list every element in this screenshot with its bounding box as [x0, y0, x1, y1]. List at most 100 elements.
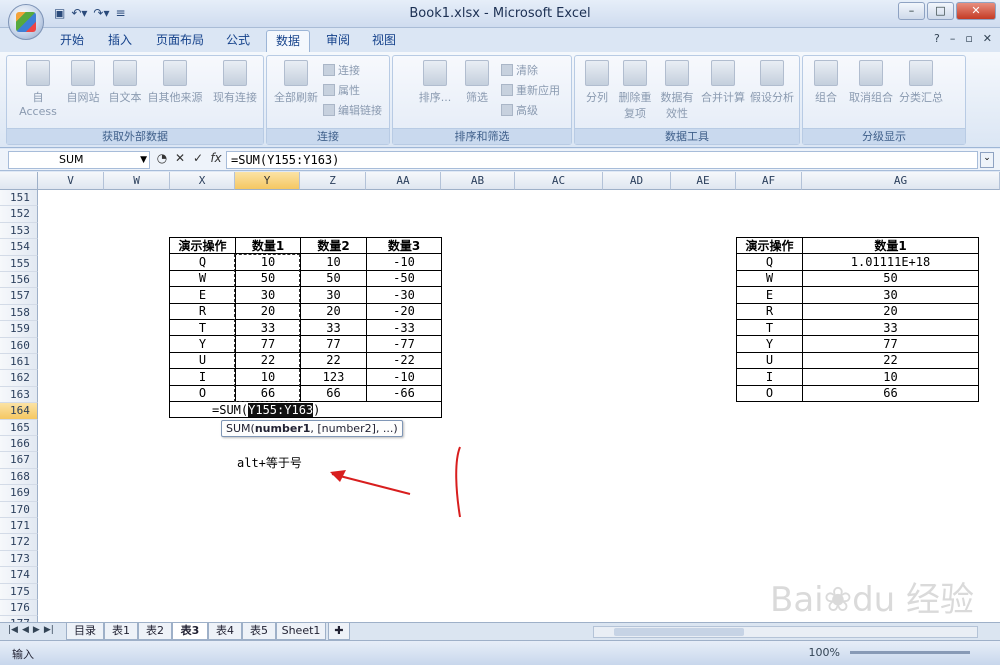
table-cell[interactable]: T — [736, 318, 803, 337]
column-header[interactable]: AG — [802, 172, 1000, 190]
next-sheet-icon[interactable]: ▶ — [33, 625, 40, 635]
table-cell[interactable]: Q — [736, 253, 803, 271]
row-header[interactable]: 160 — [0, 337, 38, 354]
row-header[interactable]: 167 — [0, 452, 38, 469]
table-cell[interactable]: Y — [736, 335, 803, 353]
horizontal-scrollbar[interactable] — [593, 626, 978, 638]
tab-data[interactable]: 数据 — [266, 30, 310, 52]
row-header[interactable]: 159 — [0, 321, 38, 338]
table-cell[interactable]: 30 — [802, 286, 979, 304]
table-cell[interactable]: 10 — [235, 368, 301, 386]
table-header[interactable]: 演示操作 — [169, 236, 236, 255]
table-cell[interactable]: E — [169, 286, 236, 304]
what-if-button[interactable]: 假设分析 — [747, 60, 797, 105]
table-cell[interactable]: 10 — [300, 253, 367, 271]
worksheet-grid[interactable]: V W X Y Z AA AB AC AD AE AF AG 151 152 153… — [0, 172, 1000, 622]
sheet-tab-active[interactable]: 表3 — [172, 623, 208, 640]
table-cell[interactable]: 77 — [300, 335, 367, 353]
table-cell[interactable]: -30 — [366, 286, 442, 304]
row-header[interactable]: 171 — [0, 518, 38, 535]
filter-button[interactable]: 筛选 — [459, 60, 495, 105]
properties-small-button[interactable]: 属性 — [323, 82, 360, 98]
select-all-corner[interactable] — [0, 172, 38, 190]
table-cell[interactable]: 50 — [235, 269, 301, 288]
table-cell[interactable]: R — [736, 302, 803, 320]
row-header[interactable]: 151 — [0, 190, 38, 207]
table-cell[interactable]: U — [169, 351, 236, 370]
table-cell[interactable]: 20 — [235, 302, 301, 320]
expand-formula-icon[interactable]: ⌄ — [980, 152, 994, 168]
table-cell[interactable]: -50 — [366, 269, 442, 288]
table-header[interactable]: 数量1 — [802, 236, 979, 255]
zoom-slider[interactable] — [850, 651, 970, 654]
active-formula-cell[interactable]: =SUM(Y155:Y163) — [212, 403, 320, 417]
table-cell[interactable]: W — [736, 269, 803, 288]
table-cell[interactable]: 77 — [802, 335, 979, 353]
existing-connections-button[interactable]: 现有连接 — [209, 60, 261, 105]
table-cell[interactable]: 33 — [235, 318, 301, 337]
table-cell[interactable]: O — [736, 384, 803, 402]
row-header[interactable]: 173 — [0, 550, 38, 568]
row-header[interactable]: 161 — [0, 354, 38, 371]
row-header[interactable]: 169 — [0, 485, 38, 502]
edit-links-small-button[interactable]: 编辑链接 — [323, 102, 382, 118]
first-sheet-icon[interactable]: |◀ — [8, 625, 18, 635]
table-cell[interactable]: -66 — [366, 384, 442, 402]
column-header[interactable]: AF — [736, 172, 802, 190]
table-header[interactable]: 数量1 — [235, 236, 301, 255]
column-header[interactable]: V — [38, 172, 104, 190]
last-sheet-icon[interactable]: ▶| — [44, 625, 54, 635]
prev-sheet-icon[interactable]: ◀ — [22, 625, 29, 635]
connections-small-button[interactable]: 连接 — [323, 62, 360, 78]
table-cell[interactable]: Y — [169, 335, 236, 353]
table-cell[interactable]: 33 — [300, 318, 367, 337]
from-text-button[interactable]: 自文本 — [105, 60, 145, 105]
table-cell[interactable]: R — [169, 302, 236, 320]
cancel-icon[interactable]: ✕ — [173, 151, 187, 165]
table-cell[interactable]: O — [169, 384, 236, 402]
row-header[interactable]: 170 — [0, 501, 38, 518]
sheet-tab[interactable]: 表2 — [138, 623, 172, 640]
table-cell[interactable]: 20 — [300, 302, 367, 320]
group-button[interactable]: 组合 — [807, 60, 845, 105]
row-header[interactable]: 174 — [0, 567, 38, 584]
table-cell[interactable]: 50 — [802, 269, 979, 288]
table-cell[interactable]: 123 — [300, 368, 367, 386]
row-header[interactable]: 154 — [0, 239, 38, 256]
table-cell[interactable]: 1.01111E+18 — [802, 253, 979, 271]
tab-page-layout[interactable]: 页面布局 — [148, 30, 212, 52]
row-header[interactable]: 166 — [0, 436, 38, 453]
row-header[interactable]: 163 — [0, 386, 38, 404]
column-header[interactable]: AE — [671, 172, 736, 190]
row-header[interactable]: 152 — [0, 206, 38, 223]
table-cell[interactable]: -10 — [366, 253, 442, 271]
refresh-all-button[interactable]: 全部刷新 — [271, 60, 321, 105]
table-cell[interactable]: U — [736, 351, 803, 370]
ribbon-minimize-icon[interactable]: – — [950, 32, 956, 45]
column-header[interactable]: AD — [603, 172, 671, 190]
table-cell[interactable]: 22 — [300, 351, 367, 370]
from-web-button[interactable]: 自网站 — [63, 60, 103, 105]
table-header[interactable]: 演示操作 — [736, 236, 803, 255]
table-header[interactable]: 数量2 — [300, 236, 367, 255]
table-cell[interactable]: -77 — [366, 335, 442, 353]
table-cell[interactable]: 20 — [802, 302, 979, 320]
table-cell[interactable]: -10 — [366, 368, 442, 386]
row-header[interactable]: 156 — [0, 272, 38, 289]
ribbon-restore-icon[interactable]: ▫ — [965, 32, 972, 45]
column-header[interactable]: Z — [300, 172, 366, 190]
ribbon-close-icon[interactable]: ✕ — [983, 32, 992, 45]
tab-review[interactable]: 审阅 — [318, 30, 358, 52]
table-cell[interactable]: 10 — [235, 253, 301, 271]
reapply-small-button[interactable]: 重新应用 — [501, 82, 560, 98]
table-cell[interactable]: 30 — [235, 286, 301, 304]
column-header[interactable]: X — [170, 172, 235, 190]
row-header[interactable]: 164 — [0, 403, 38, 420]
row-header[interactable]: 172 — [0, 534, 38, 551]
insert-sheet-icon[interactable]: ✚ — [328, 623, 350, 640]
table-cell[interactable]: I — [736, 368, 803, 386]
table-cell[interactable]: 66 — [802, 384, 979, 402]
column-header[interactable]: AC — [515, 172, 603, 190]
row-header[interactable]: 158 — [0, 304, 38, 322]
sheet-tab[interactable]: 表1 — [104, 623, 138, 640]
